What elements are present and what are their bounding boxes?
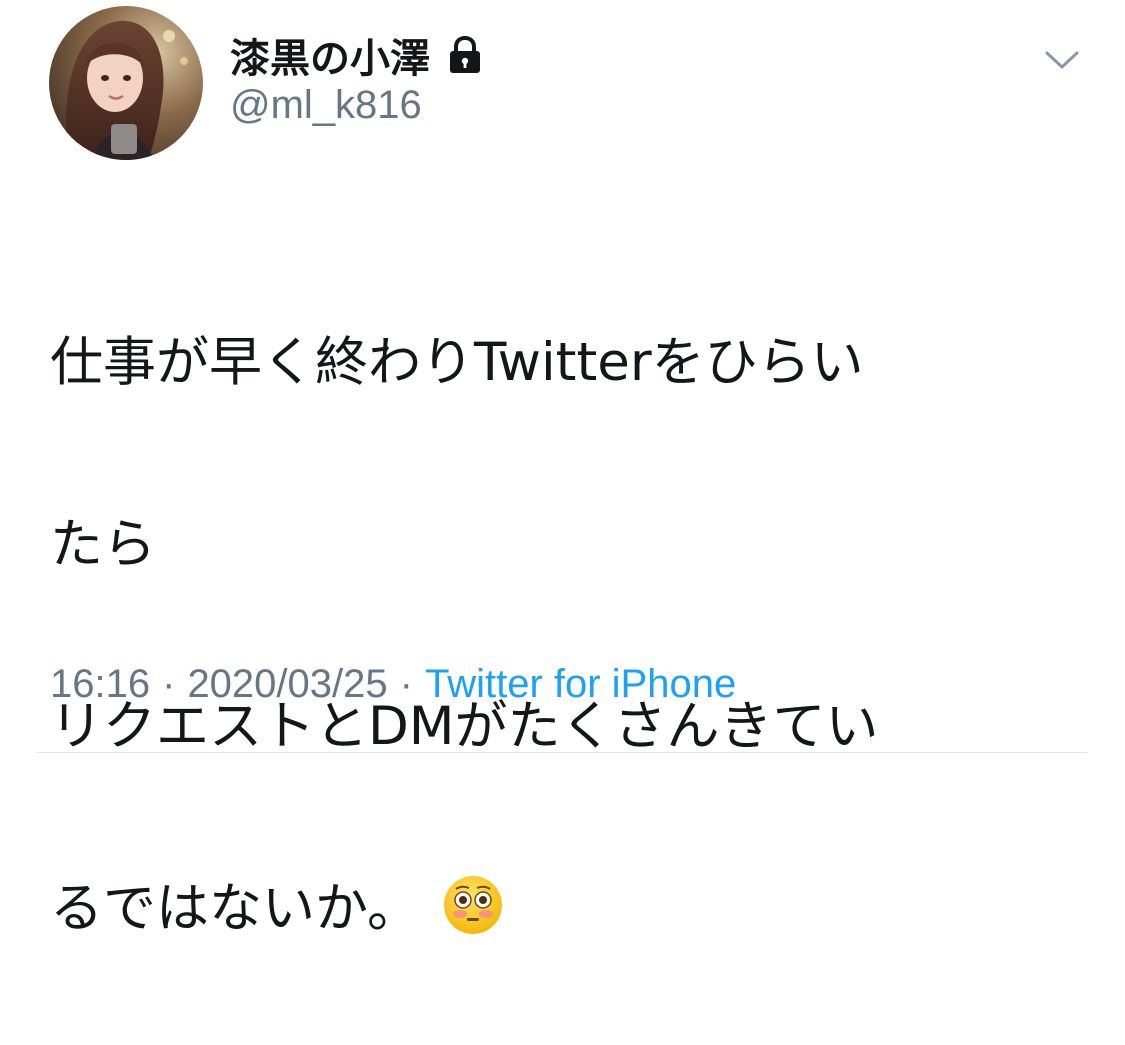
tweet-time[interactable]: 16:16 <box>50 662 150 707</box>
avatar[interactable] <box>49 6 203 160</box>
meta-separator: · <box>162 661 176 706</box>
tweet-source-link[interactable]: Twitter for iPhone <box>425 662 736 707</box>
avatar-image <box>49 6 203 160</box>
tweet-meta: 16:16 · 2020/03/25 · Twitter for iPhone <box>50 658 736 710</box>
tweet-line-text: るではないか。 <box>50 878 420 939</box>
tweet-line-last: るではないか。 <box>50 863 1090 954</box>
divider <box>36 752 1087 753</box>
tweet-text: 仕事が早く終わりTwitterをひらい たら リクエストとDMがたくさんきてい … <box>50 226 1090 1045</box>
meta-separator: · <box>399 661 413 706</box>
tweet-line: 仕事が早く終わりTwitterをひらい <box>50 332 864 393</box>
chevron-down-icon[interactable] <box>1043 45 1081 75</box>
tweet-line: たら <box>50 514 156 575</box>
display-name-row: 漆黒の小澤 <box>230 28 484 82</box>
tweet-date[interactable]: 2020/03/25 <box>187 662 387 707</box>
lock-icon <box>446 35 484 75</box>
flushed-face-emoji-icon <box>442 873 504 935</box>
display-name[interactable]: 漆黒の小澤 <box>230 26 430 84</box>
user-handle[interactable]: @ml_k816 <box>230 83 422 128</box>
